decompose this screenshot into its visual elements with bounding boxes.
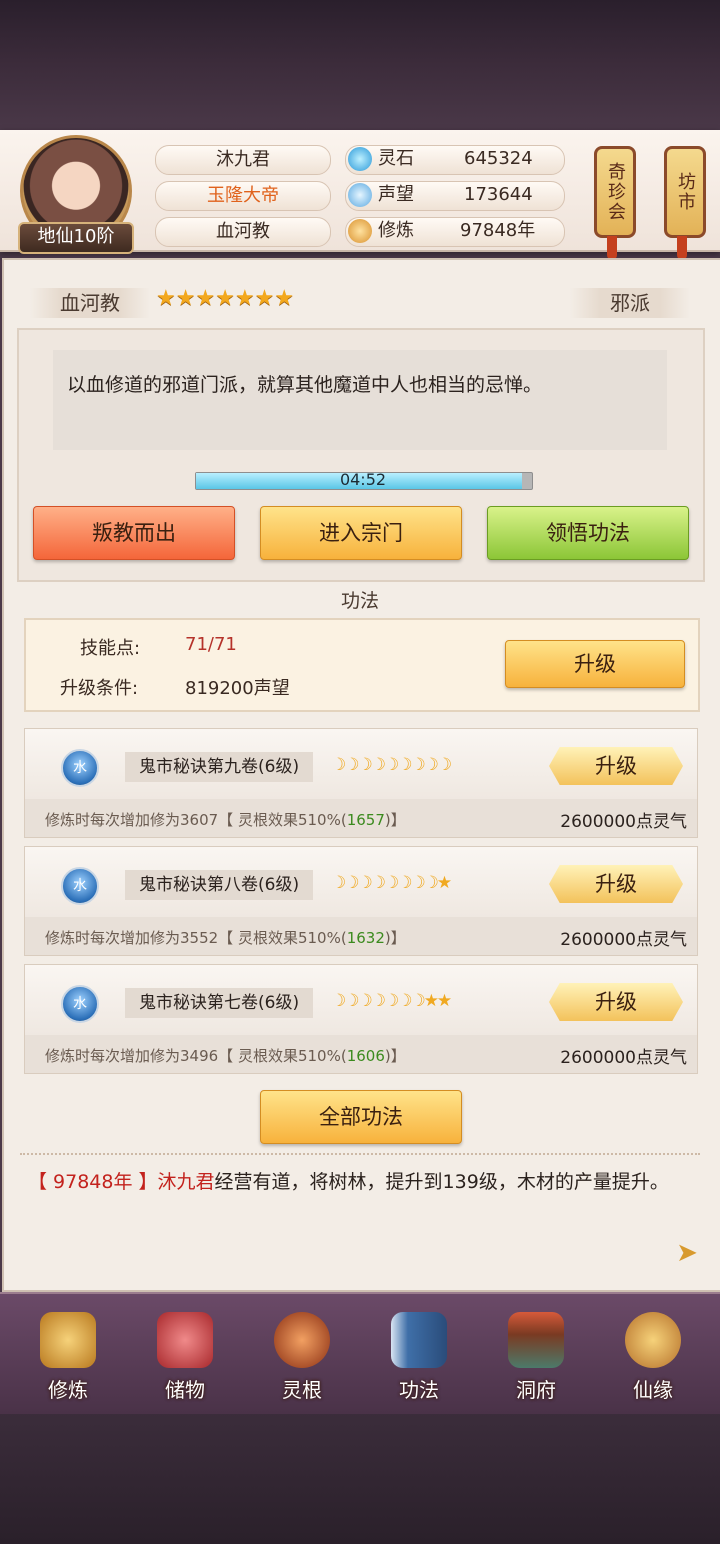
- timer-text: 04:52: [339, 470, 387, 489]
- technique-cost: 2600000点灵气: [560, 1048, 687, 1068]
- technique-level-moons: ☽☽☽☽☽☽☽☽☽: [331, 755, 452, 775]
- nav-label: 修炼: [48, 1378, 88, 1402]
- stat-value: 97848年: [460, 220, 536, 241]
- technique-book-icon: [391, 1312, 447, 1368]
- technique-effect: 修炼时每次增加修为3552【 灵根效果510%(1632)】: [45, 927, 406, 948]
- star-icon: ★★: [423, 991, 453, 1011]
- cultivation-icon: [348, 219, 372, 243]
- technique-name: 鬼市秘诀第七卷(6级): [125, 988, 314, 1018]
- rank-badge: 地仙10阶: [18, 222, 134, 254]
- player-title: 玉隆大帝: [155, 181, 331, 211]
- treasure-fair-lantern[interactable]: 奇珍会: [594, 146, 636, 238]
- star-icon: ★: [274, 286, 295, 311]
- spirit-root-icon: [274, 1312, 330, 1368]
- technique-level-moons: ☽☽☽☽☽☽☽☽★: [331, 873, 452, 893]
- effect-text: )】: [384, 1047, 406, 1065]
- technique-card: 水 鬼市秘诀第七卷(6级) ☽☽☽☽☽☽☽★★ 升级 修炼时每次增加修为3496…: [24, 964, 698, 1074]
- effect-value: 1606: [346, 1047, 385, 1065]
- divider: [20, 1153, 700, 1156]
- all-techniques-button[interactable]: 全部功法: [260, 1090, 462, 1144]
- technique-upgrade-button[interactable]: 升级: [549, 747, 683, 785]
- player-sect: 血河教: [155, 217, 331, 247]
- technique-name: 鬼市秘诀第九卷(6级): [125, 752, 314, 782]
- star-icon: ★: [215, 286, 235, 311]
- water-element-icon: 水: [61, 749, 99, 787]
- player-name: 沐九君: [155, 145, 331, 175]
- expand-arrow-icon[interactable]: ➤: [672, 1238, 702, 1268]
- lantern-tassel: [607, 236, 617, 260]
- technique-effect: 修炼时每次增加修为3607【 灵根效果510%(1657)】: [45, 809, 406, 830]
- star-icon: ★: [175, 286, 196, 311]
- skill-points-value: 71/71: [185, 634, 237, 655]
- star-icon: ★: [254, 286, 275, 311]
- nav-storage[interactable]: 储物: [135, 1300, 235, 1410]
- stat-label: 声望: [378, 184, 414, 205]
- technique-card: 水 鬼市秘诀第九卷(6级) ☽☽☽☽☽☽☽☽☽ 升级 修炼时每次增加修为3607…: [24, 728, 698, 838]
- water-element-icon: 水: [61, 867, 99, 905]
- technique-cost: 2600000点灵气: [560, 930, 687, 950]
- nav-label: 储物: [165, 1378, 205, 1402]
- cave-house-icon: [508, 1312, 564, 1368]
- effect-text: 修炼时每次增加修为3496【 灵根效果510%(: [45, 1047, 347, 1065]
- lantern-tassel: [677, 236, 687, 260]
- spirit-stone-icon: [348, 147, 372, 171]
- skill-upgrade-button[interactable]: 升级: [505, 640, 685, 688]
- nav-label: 仙缘: [633, 1378, 673, 1402]
- storage-bag-icon: [157, 1312, 213, 1368]
- star-icon: ★: [195, 286, 216, 311]
- log-year: 【 97848年 】: [28, 1171, 158, 1193]
- upgrade-condition-label: 升级条件:: [60, 678, 139, 699]
- nav-immortal-fate[interactable]: 仙缘: [603, 1300, 703, 1410]
- technique-upgrade-button[interactable]: 升级: [549, 865, 683, 903]
- gourd-icon: [625, 1312, 681, 1368]
- effect-text: 修炼时每次增加修为3552【 灵根效果510%(: [45, 929, 347, 947]
- star-icon: ★: [156, 286, 176, 311]
- stat-label: 灵石: [378, 148, 414, 169]
- event-log: 【 97848年 】沐九君经营有道，将树林，提升到139级，木材的产量提升。: [28, 1165, 688, 1199]
- technique-card: 水 鬼市秘诀第八卷(6级) ☽☽☽☽☽☽☽☽★ 升级 修炼时每次增加修为3552…: [24, 846, 698, 956]
- log-text: 经营有道，将树林，提升到139级，木材的产量提升。: [214, 1171, 669, 1193]
- star-icon: ★: [234, 286, 255, 311]
- technique-section-title: 功法: [340, 590, 379, 612]
- nav-spirit-root[interactable]: 灵根: [252, 1300, 352, 1410]
- nav-cave-house[interactable]: 洞府: [486, 1300, 586, 1410]
- nav-technique[interactable]: 功法: [369, 1300, 469, 1410]
- sect-description: 以血修道的邪道门派，就算其他魔道中人也相当的忌惮。: [53, 350, 667, 450]
- effect-value: 1657: [346, 811, 385, 829]
- moon-icon: ☽☽☽☽☽☽☽☽☽: [331, 755, 452, 775]
- upgrade-condition-value: 819200声望: [185, 678, 290, 699]
- sect-star-rating: ★★★★★★★: [156, 286, 294, 311]
- stat-value: 173644: [464, 184, 533, 205]
- nav-label: 洞府: [516, 1378, 556, 1402]
- sect-type: 邪派: [570, 288, 690, 318]
- skill-points-label: 技能点:: [80, 638, 141, 659]
- effect-value: 1632: [346, 929, 385, 947]
- effect-text: 修炼时每次增加修为3607【 灵根效果510%(: [45, 811, 347, 829]
- nav-label: 灵根: [282, 1378, 322, 1402]
- leave-sect-button[interactable]: 叛教而出: [33, 506, 235, 560]
- technique-level-moons: ☽☽☽☽☽☽☽★★: [331, 991, 453, 1011]
- prestige-icon: [348, 183, 372, 207]
- learn-technique-button[interactable]: 领悟功法: [487, 506, 689, 560]
- nav-cultivate[interactable]: 修炼: [18, 1300, 118, 1410]
- water-element-icon: 水: [61, 985, 99, 1023]
- moon-icon: ☽☽☽☽☽☽☽☽: [331, 873, 439, 893]
- log-player-name: 沐九君: [157, 1171, 215, 1193]
- stat-label: 修炼: [378, 220, 414, 241]
- moon-icon: ☽☽☽☽☽☽☽: [331, 991, 426, 1011]
- stat-value: 645324: [464, 148, 533, 169]
- technique-effect: 修炼时每次增加修为3496【 灵根效果510%(1606)】: [45, 1045, 406, 1066]
- market-lantern[interactable]: 坊市: [664, 146, 706, 238]
- nav-label: 功法: [399, 1378, 439, 1402]
- technique-upgrade-button[interactable]: 升级: [549, 983, 683, 1021]
- effect-text: )】: [384, 811, 406, 829]
- effect-text: )】: [384, 929, 406, 947]
- sect-name: 血河教: [30, 288, 150, 318]
- cultivate-icon: [40, 1312, 96, 1368]
- star-icon: ★: [436, 873, 452, 893]
- technique-cost: 2600000点灵气: [560, 812, 687, 832]
- enter-sect-button[interactable]: 进入宗门: [260, 506, 462, 560]
- technique-name: 鬼市秘诀第八卷(6级): [125, 870, 314, 900]
